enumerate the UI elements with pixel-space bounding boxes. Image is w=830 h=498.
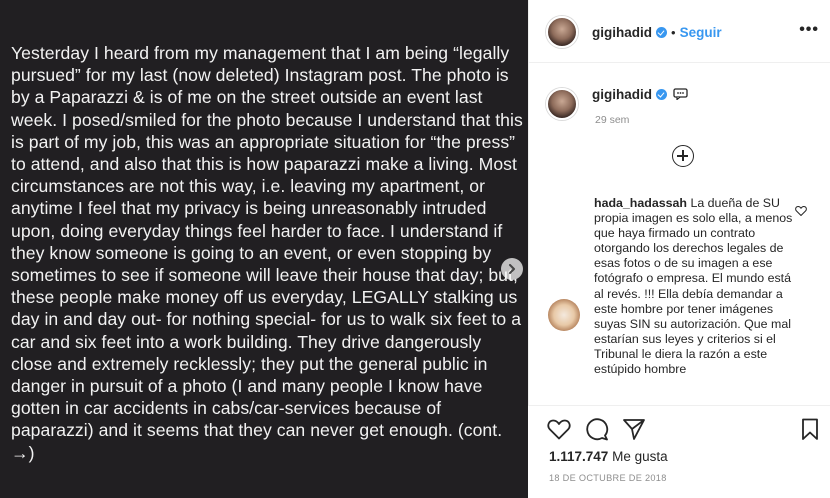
actions-bar: 1.117.747 Me gusta 18 DE OCTUBRE DE 2018 — [528, 405, 830, 498]
share-icon[interactable] — [622, 418, 646, 446]
comment-username[interactable]: hada_hadassah — [594, 196, 687, 210]
caption-timestamp: 29 sem — [595, 114, 630, 126]
verified-icon — [656, 89, 667, 100]
comment-item: hada_hadassah La dueña de SU propia imag… — [594, 196, 794, 377]
verified-icon — [656, 27, 667, 38]
likes-label: Me gusta — [612, 449, 668, 464]
post-date: 18 DE OCTUBRE DE 2018 — [549, 473, 667, 483]
next-arrow-icon[interactable] — [501, 258, 523, 280]
heart-icon[interactable] — [547, 418, 571, 445]
header-username[interactable]: gigihadid — [592, 25, 652, 40]
post-header: gigihadid • Seguir ••• — [529, 0, 830, 63]
chat-bubble-icon — [673, 88, 688, 101]
more-options-icon[interactable]: ••• — [799, 22, 819, 38]
post-image[interactable]: Yesterday I heard from my management tha… — [0, 0, 528, 498]
caption-username[interactable]: gigihadid — [592, 87, 652, 102]
comment-like-icon[interactable] — [795, 203, 807, 221]
follow-button[interactable]: Seguir — [680, 25, 722, 40]
load-more-icon[interactable] — [672, 145, 694, 167]
likes-number: 1.117.747 — [549, 449, 609, 464]
separator-dot: • — [671, 25, 676, 40]
likes-count[interactable]: 1.117.747 Me gusta — [549, 449, 668, 464]
caption-avatar[interactable] — [546, 88, 578, 120]
avatar[interactable] — [546, 16, 578, 48]
comment-icon[interactable] — [585, 418, 609, 446]
bookmark-icon[interactable] — [801, 418, 819, 446]
comment-avatar[interactable] — [548, 299, 580, 331]
comment-text: La dueña de SU propia imagen es solo ell… — [594, 196, 793, 377]
post-text: Yesterday I heard from my management tha… — [11, 43, 523, 463]
